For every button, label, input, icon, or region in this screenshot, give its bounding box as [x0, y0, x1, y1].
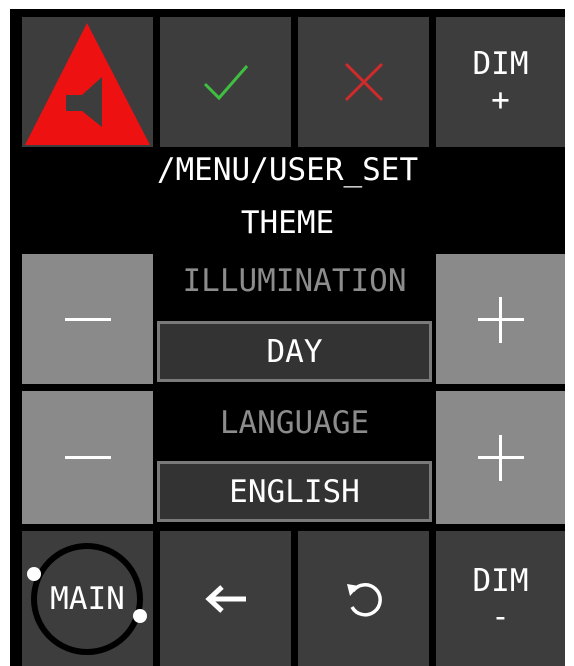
language-value: ENGLISH — [157, 461, 432, 522]
display-panel: DIM + /MENU/USER_SET THEME ILLUMINATION … — [10, 9, 565, 666]
dim-down-label: DIM — [472, 562, 529, 599]
illumination-plus-button[interactable] — [436, 254, 565, 384]
main-button[interactable]: MAIN — [22, 531, 153, 666]
confirm-button[interactable] — [160, 17, 291, 147]
cancel-button[interactable] — [298, 17, 429, 147]
dim-down-sign: - — [491, 598, 510, 635]
minus-icon — [65, 318, 111, 321]
illumination-value: DAY — [157, 321, 432, 382]
rotate-ccw-icon — [346, 582, 382, 617]
checkmark-icon — [203, 65, 248, 101]
illumination-label: ILLUMINATION — [182, 263, 407, 299]
language-label: LANGUAGE — [219, 405, 370, 441]
back-button[interactable] — [160, 531, 291, 666]
arrow-left-icon — [204, 584, 246, 613]
main-label: MAIN — [50, 580, 125, 617]
illumination-minus-button[interactable] — [22, 254, 153, 384]
minus-icon — [65, 456, 111, 459]
reset-button[interactable] — [298, 531, 429, 666]
language-minus-button[interactable] — [22, 391, 153, 524]
dim-up-button[interactable]: DIM + — [436, 17, 565, 147]
dim-up-label: DIM — [472, 46, 529, 82]
page-title: THEME — [240, 205, 335, 241]
speaker-warning-icon — [25, 23, 150, 145]
x-icon — [344, 62, 383, 102]
alert-button[interactable] — [22, 17, 153, 147]
language-plus-button[interactable] — [436, 391, 565, 524]
menu-path: /MENU/USER_SET — [156, 152, 419, 188]
dim-up-sign: + — [491, 82, 510, 118]
dim-down-button[interactable]: DIM - — [436, 531, 565, 666]
plus-icon — [478, 297, 524, 343]
plus-icon — [478, 435, 524, 481]
